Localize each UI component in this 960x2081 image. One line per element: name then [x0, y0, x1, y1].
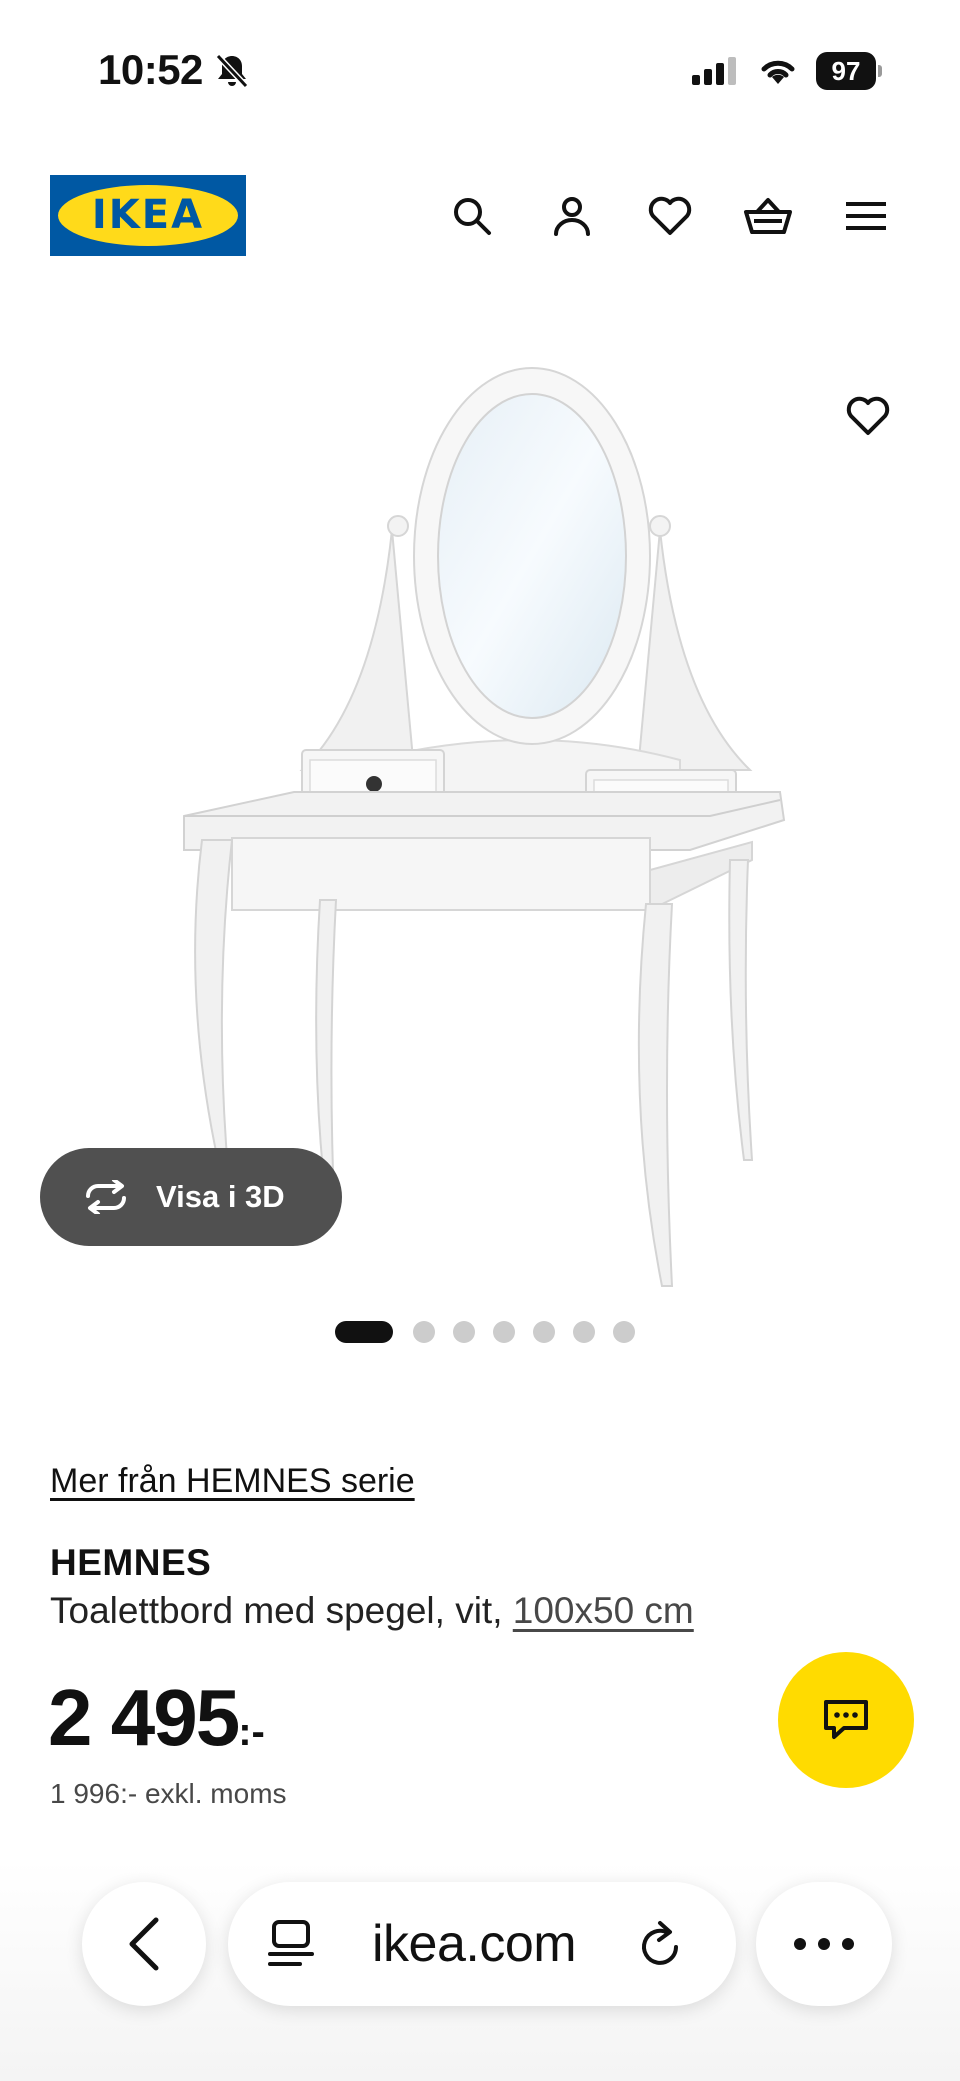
price-excluding-vat: 1 996:- exkl. moms — [50, 1778, 287, 1809]
product-gallery[interactable]: Visa i 3D — [0, 300, 960, 1290]
logo-text: IKEA — [91, 192, 205, 238]
status-time: 10:52 — [98, 46, 203, 93]
favourites-button[interactable] — [644, 190, 696, 242]
rotate-3d-icon — [86, 1180, 126, 1214]
price-value: 2 495 — [48, 1673, 240, 1762]
hamburger-menu-icon — [846, 202, 886, 230]
wifi-icon — [761, 60, 795, 84]
search-icon — [454, 198, 491, 235]
status-bar: 10:52 97 — [0, 0, 960, 140]
product-description: Toalettbord med spegel, vit, 100x50 cm — [50, 1590, 694, 1632]
pagination-dot-active[interactable] — [335, 1321, 393, 1343]
search-button[interactable] — [446, 190, 498, 242]
pagination-dot[interactable] — [573, 1321, 595, 1343]
browser-more-button[interactable] — [756, 1882, 892, 2006]
bell-muted-icon — [215, 53, 249, 89]
view-in-3d-button[interactable]: Visa i 3D — [40, 1148, 342, 1246]
product-image-dressing-table[interactable] — [170, 330, 810, 1290]
battery-indicator: 97 — [816, 52, 882, 90]
battery-level: 97 — [831, 56, 861, 86]
account-icon — [554, 197, 590, 236]
heart-icon — [846, 396, 890, 435]
chevron-left-icon — [129, 1917, 159, 1971]
gallery-pagination — [0, 1320, 960, 1344]
add-to-favourites-button[interactable] — [840, 388, 896, 444]
chat-icon — [824, 1700, 868, 1739]
reader-mode-icon[interactable] — [266, 1918, 316, 1970]
ikea-logo[interactable]: IKEA — [50, 175, 246, 256]
chat-button[interactable] — [778, 1652, 914, 1788]
account-button[interactable] — [546, 190, 598, 242]
browser-back-button[interactable] — [82, 1882, 206, 2006]
series-link[interactable]: Mer från HEMNES serie — [50, 1462, 415, 1501]
product-price: 2 495:- — [48, 1672, 265, 1764]
product-size-link[interactable]: 100x50 cm — [513, 1590, 694, 1631]
pagination-dot[interactable] — [453, 1321, 475, 1343]
menu-button[interactable] — [840, 190, 892, 242]
cellular-signal-icon — [692, 57, 736, 85]
price-suffix: :- — [238, 1710, 265, 1754]
product-name: HEMNES — [50, 1542, 212, 1583]
reload-icon[interactable] — [636, 1917, 686, 1971]
pagination-dot[interactable] — [493, 1321, 515, 1343]
pagination-dot[interactable] — [533, 1321, 555, 1343]
pagination-dot[interactable] — [413, 1321, 435, 1343]
cart-button[interactable] — [742, 190, 794, 242]
url-text: ikea.com — [372, 1915, 577, 1973]
heart-icon — [648, 196, 692, 235]
product-description-text: Toalettbord med spegel, vit, — [50, 1590, 503, 1631]
pagination-dot[interactable] — [613, 1321, 635, 1343]
browser-toolbar: ikea.com — [0, 1860, 960, 2081]
address-bar[interactable]: ikea.com — [228, 1882, 736, 2006]
site-header: IKEA — [0, 160, 960, 270]
view-in-3d-label: Visa i 3D — [156, 1179, 285, 1214]
more-options-icon — [794, 1938, 854, 1950]
shopping-bag-icon — [744, 198, 792, 234]
